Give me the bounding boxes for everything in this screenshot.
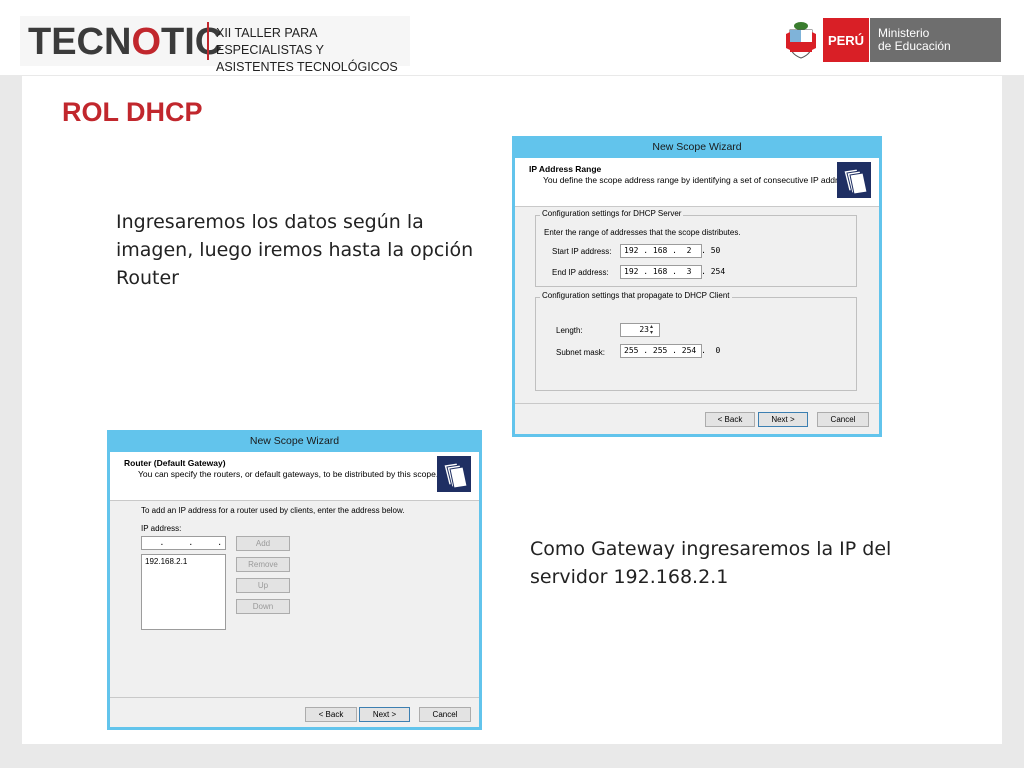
range-instruction: Enter the range of addresses that the sc… xyxy=(544,228,741,237)
ministry-label: Ministerio de Educación xyxy=(870,18,1001,62)
end-ip-input[interactable]: 192 . 168 . 3 . 254 xyxy=(620,265,725,279)
cancel-button[interactable]: Cancel xyxy=(419,707,471,722)
back-button[interactable]: < Back xyxy=(705,412,755,427)
router-wizard-dialog: New Scope Wizard Router (Default Gateway… xyxy=(107,430,482,730)
dialog-header: IP Address Range You define the scope ad… xyxy=(515,158,879,207)
dialog-titlebar: New Scope Wizard xyxy=(515,139,879,158)
subnet-mask-label: Subnet mask: xyxy=(556,348,605,357)
subnet-mask-input[interactable]: 255 . 255 . 254 . 0 xyxy=(620,344,720,358)
start-ip-label: Start IP address: xyxy=(552,247,612,256)
next-button[interactable]: Next > xyxy=(758,412,808,427)
dialog-heading: IP Address Range xyxy=(529,164,602,174)
footer-divider xyxy=(110,697,479,698)
header: TECNOTIC XII TALLER PARA ESPECIALISTAS Y… xyxy=(0,0,1024,91)
dialog-subheading: You can specify the routers, or default … xyxy=(138,469,439,479)
list-item[interactable]: 192.168.2.1 xyxy=(145,557,222,566)
instruction-text-right: Como Gateway ingresaremos la IP del serv… xyxy=(530,538,892,588)
wizard-folders-icon xyxy=(837,162,871,198)
end-ip-label: End IP address: xyxy=(552,268,609,277)
footer-divider xyxy=(515,403,879,404)
group-label: Configuration settings for DHCP Server xyxy=(540,209,684,218)
ip-address-label: IP address: xyxy=(141,524,182,533)
instruction-text-left: Ingresaremos los datos según la imagen, … xyxy=(116,211,474,289)
dialog-header: Router (Default Gateway) You can specify… xyxy=(110,452,479,501)
dialog-heading: Router (Default Gateway) xyxy=(124,458,226,468)
add-button[interactable]: Add xyxy=(236,536,290,551)
dhcp-server-settings-group: Configuration settings for DHCP Server E… xyxy=(535,209,857,287)
dhcp-client-settings-group: Configuration settings that propagate to… xyxy=(535,291,857,391)
dialog-subheading: You define the scope address range by id… xyxy=(543,175,863,185)
back-button[interactable]: < Back xyxy=(305,707,357,722)
peru-ministry-logo: PERÚ Ministerio de Educación xyxy=(781,18,1001,62)
up-button[interactable]: Up xyxy=(236,578,290,593)
group-label: Configuration settings that propagate to… xyxy=(540,291,732,300)
coat-of-arms-icon xyxy=(786,22,816,59)
cancel-button[interactable]: Cancel xyxy=(817,412,869,427)
length-stepper[interactable]: 23 xyxy=(620,323,660,337)
peru-label: PERÚ xyxy=(823,18,869,62)
remove-button[interactable]: Remove xyxy=(236,557,290,572)
slide-title: ROL DHCP xyxy=(62,97,203,127)
router-list[interactable]: 192.168.2.1 xyxy=(141,554,226,630)
tecnotic-logo: TECNOTIC xyxy=(28,21,223,63)
ip-range-wizard-dialog: New Scope Wizard IP Address Range You de… xyxy=(512,136,882,437)
router-ip-input[interactable]: . . . xyxy=(141,536,226,550)
down-button[interactable]: Down xyxy=(236,599,290,614)
stepper-arrows-icon[interactable]: ▴ ▾ xyxy=(650,324,653,336)
router-instruction: To add an IP address for a router used b… xyxy=(141,506,405,515)
logo-divider xyxy=(207,22,209,60)
tecnotic-banner: TECNOTIC XII TALLER PARA ESPECIALISTAS Y… xyxy=(20,16,410,91)
next-button[interactable]: Next > xyxy=(359,707,410,722)
wizard-folders-icon xyxy=(437,456,471,492)
start-ip-input[interactable]: 192 . 168 . 2 . 50 xyxy=(620,244,720,258)
length-label: Length: xyxy=(556,326,583,335)
dialog-titlebar: New Scope Wizard xyxy=(110,433,479,452)
